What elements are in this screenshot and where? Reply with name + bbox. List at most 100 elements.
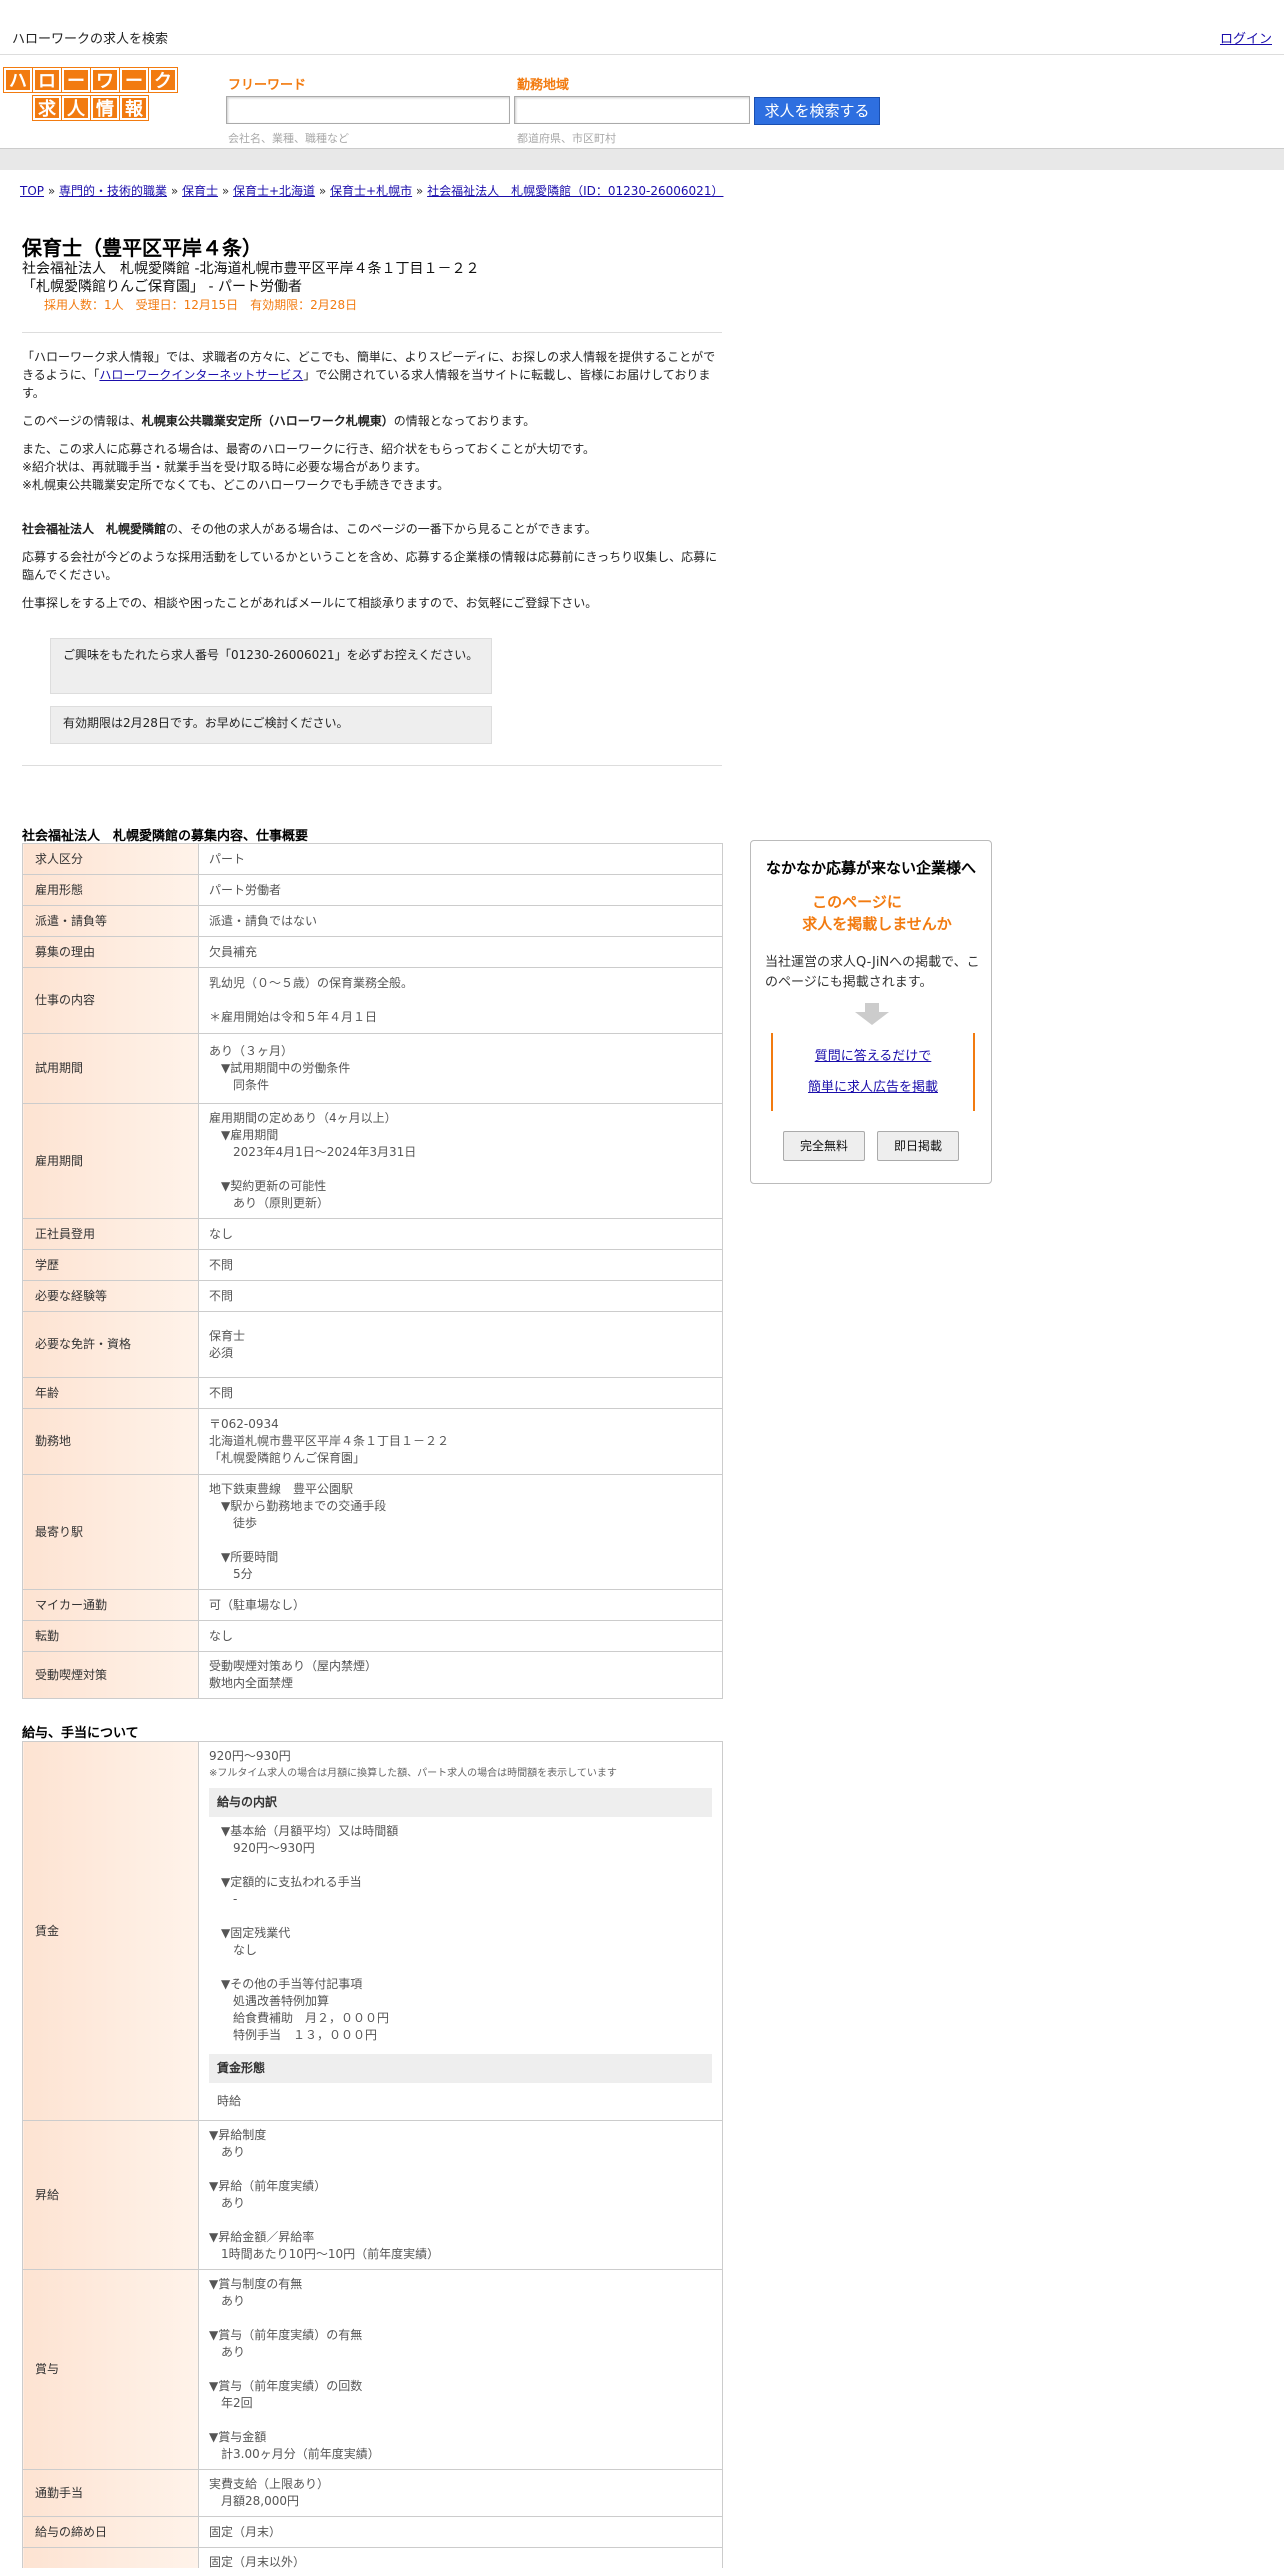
logo-char: ワ — [91, 68, 119, 92]
row-value: 不問 — [198, 1377, 723, 1409]
row-value: パート — [198, 843, 723, 875]
row-key: 賞与 — [22, 2269, 199, 2470]
freeword-hint: 会社名、業種、職種など — [228, 132, 349, 145]
page-title: 保育士（豊平区平岸４条） — [22, 236, 262, 260]
table-row: 受動喫煙対策 受動喫煙対策あり（屋内禁煙） 敷地内全面禁煙 — [22, 1651, 723, 1699]
row-key: 必要な経験等 — [22, 1280, 199, 1312]
arrow-down-icon — [855, 1003, 889, 1025]
row-value: 不問 — [198, 1249, 723, 1281]
other-jobs-paragraph: 社会福祉法人 札幌愛隣館の、その他の求人がある場合は、このページの一番下から見る… — [22, 520, 722, 538]
breadcrumb-link[interactable]: 保育士+札幌市 — [330, 184, 412, 198]
section-heading-overview: 社会福祉法人 札幌愛隣館の募集内容、仕事概要 — [22, 829, 309, 844]
row-value: 不問 — [198, 1280, 723, 1312]
source-text: このページの情報は、 — [22, 414, 142, 428]
breadcrumb-link[interactable]: 専門的・技術的職業 — [59, 184, 167, 198]
breadcrumb-link[interactable]: 保育士+北海道 — [233, 184, 315, 198]
notice-line: ※紹介状は、再就職手当・就業手当を受け取る時に必要な場合があります。 — [22, 460, 427, 474]
row-key: 最寄り駅 — [22, 1474, 199, 1590]
breadcrumb-link[interactable]: 保育士 — [182, 184, 218, 198]
table-row: 通勤手当 実費支給（上限あり） 月額28,000円 — [22, 2469, 723, 2517]
other-jobs-text: の、その他の求人がある場合は、このページの一番下から見ることができます。 — [166, 522, 597, 536]
area-input[interactable] — [514, 96, 750, 124]
table-row: 派遣・請負等 派遣・請負ではない — [22, 905, 723, 937]
row-value: ▼昇給制度 あり ▼昇給（前年度実績） あり ▼昇給金額／昇給率 1時間あたり1… — [198, 2120, 723, 2270]
breadcrumb-link[interactable]: 社会福祉法人 札幌愛隣館（ID：01230-26006021） — [427, 184, 723, 198]
row-key: 雇用形態 — [22, 874, 199, 906]
row-key: 昇給 — [22, 2120, 199, 2270]
workplace-type: 「札幌愛隣館りんご保育園」 - パート労働者 — [22, 279, 302, 295]
row-key: 転勤 — [22, 1620, 199, 1652]
breadcrumb-link[interactable]: TOP — [20, 184, 44, 198]
row-key: 正社員登用 — [22, 1218, 199, 1250]
login-link[interactable]: ログイン — [1220, 28, 1272, 47]
job-meta: 採用人数：1人 受理日：12月15日 有効期限：2月28日 — [44, 298, 358, 312]
logo-char: ク — [149, 68, 177, 92]
source-office: 札幌東公共職業安定所（ハローワーク札幌東） — [141, 414, 394, 428]
logo-char: ー — [62, 68, 90, 92]
ad-heading: なかなか応募が来ない企業様へ — [765, 859, 976, 877]
internet-service-link[interactable]: ハローワークインターネットサービス — [99, 368, 303, 382]
row-key: 給与の締め日 — [22, 2516, 199, 2548]
row-value: 可（駐車場なし） — [198, 1589, 723, 1621]
header-divider — [0, 148, 1284, 170]
table-row: 勤務地 〒062-0934 北海道札幌市豊平区平岸４条１丁目１－２２ 「札幌愛隣館… — [22, 1408, 723, 1475]
row-value: なし — [198, 1218, 723, 1250]
row-key: 雇用期間 — [22, 1103, 199, 1219]
row-key: マイカー通勤 — [22, 1589, 199, 1621]
row-value: 雇用期間の定めあり（4ヶ月以上） ▼雇用期間 2023年4月1日〜2024年3月… — [198, 1103, 723, 1219]
row-key: 仕事の内容 — [22, 967, 199, 1034]
notice-line: ※札幌東公共職業安定所でなくても、どこのハローワークでも手続きできます。 — [22, 478, 450, 492]
logo-char: 人 — [62, 96, 90, 120]
row-value: 固定（月末） — [198, 2516, 723, 2548]
top-bar: ハローワークの求人を検索 ログイン — [0, 0, 1284, 55]
freeword-input[interactable] — [226, 96, 510, 124]
free-button[interactable]: 完全無料 — [783, 1131, 865, 1161]
ad-link-questions[interactable]: 質問に答えるだけで — [773, 1045, 973, 1064]
row-value: なし — [198, 1620, 723, 1652]
row-key: 賃金 — [22, 1741, 199, 2121]
hellowork-logo[interactable]: ハ ロ ー ワ ー ク 求 人 情 報 — [4, 68, 180, 124]
table-row: 給与の締め日 固定（月末） — [22, 2516, 723, 2548]
row-key — [22, 2547, 199, 2568]
company-name: 社会福祉法人 札幌愛隣館 — [22, 522, 167, 536]
table-row: 必要な免許・資格 保育士 必須 — [22, 1311, 723, 1378]
freeword-label: フリーワード — [228, 78, 307, 93]
table-row: 募集の理由 欠員補充 — [22, 936, 723, 968]
ad-catch-2: 求人を掲載しませんか — [802, 915, 952, 933]
search-button[interactable]: 求人を検索する — [754, 97, 880, 125]
row-key: 求人区分 — [22, 843, 199, 875]
row-key: 試用期間 — [22, 1033, 199, 1104]
same-day-button[interactable]: 即日掲載 — [877, 1131, 959, 1161]
site-tagline: ハローワークの求人を検索 — [12, 32, 169, 47]
row-value: 実費支給（上限あり） 月額28,000円 — [198, 2469, 723, 2517]
table-row: 必要な経験等 不問 — [22, 1280, 723, 1312]
table-row: 学歴 不問 — [22, 1249, 723, 1281]
job-overview-table: 求人区分 パート 雇用形態 パート労働者 派遣・請負等 派遣・請負ではない 募集の理由… — [22, 843, 723, 1699]
wage-value: 920円〜930円 ※フルタイム求人の場合は月額に換算した額、パート求人の場合は… — [198, 1741, 723, 2121]
row-key: 勤務地 — [22, 1408, 199, 1475]
table-row: 試用期間 あり（３ヶ月） ▼試用期間中の労働条件 同条件 — [22, 1033, 723, 1104]
table-row: 賃金 920円〜930円 ※フルタイム求人の場合は月額に換算した額、パート求人の… — [22, 1741, 723, 2121]
row-value: 地下鉄東豊線 豊平公園駅 ▼駅から勤務地までの交通手段 徒歩 ▼所要時間 5分 — [198, 1474, 723, 1590]
row-value: 乳幼児（０～５歳）の保育業務全般。 ＊雇用開始は令和５年４月１日 — [198, 967, 723, 1034]
wage-breakdown-heading: 給与の内訳 — [209, 1788, 712, 1817]
table-row: 雇用期間 雇用期間の定めあり（4ヶ月以上） ▼雇用期間 2023年4月1日〜202… — [22, 1103, 723, 1219]
row-value: ▼賞与制度の有無 あり ▼賞与（前年度実績）の有無 あり ▼賞与（前年度実績）の… — [198, 2269, 723, 2470]
row-value: あり（３ヶ月） ▼試用期間中の労働条件 同条件 — [198, 1033, 723, 1104]
row-key: 派遣・請負等 — [22, 905, 199, 937]
area-label: 勤務地域 — [517, 78, 570, 93]
table-row: 転勤 なし — [22, 1620, 723, 1652]
wage-form: 時給 — [217, 2094, 242, 2108]
row-value: 〒062-0934 北海道札幌市豊平区平岸４条１丁目１－２２ 「札幌愛隣館りんご… — [198, 1408, 723, 1475]
divider — [22, 332, 722, 333]
table-row: 求人区分 パート — [22, 843, 723, 875]
table-row: 昇給 ▼昇給制度 あり ▼昇給（前年度実績） あり ▼昇給金額／昇給率 1時間あた… — [22, 2120, 723, 2270]
ad-link-post[interactable]: 簡単に求人広告を掲載 — [773, 1076, 973, 1095]
source-paragraph: このページの情報は、札幌東公共職業安定所（ハローワーク札幌東）の情報となっており… — [22, 412, 722, 430]
row-value: 保育士 必須 — [198, 1311, 723, 1378]
company-address: 社会福祉法人 札幌愛隣館 -北海道札幌市豊平区平岸４条１丁目１－２２ — [22, 261, 480, 277]
ad-description: 当社運営の求人Q-JiNへの掲載で、このページにも掲載されます。 — [765, 955, 980, 990]
ad-catch-1: このページに — [812, 893, 902, 911]
row-value: 受動喫煙対策あり（屋内禁煙） 敷地内全面禁煙 — [198, 1651, 723, 1699]
section-heading-wage: 給与、手当について — [22, 1726, 139, 1741]
